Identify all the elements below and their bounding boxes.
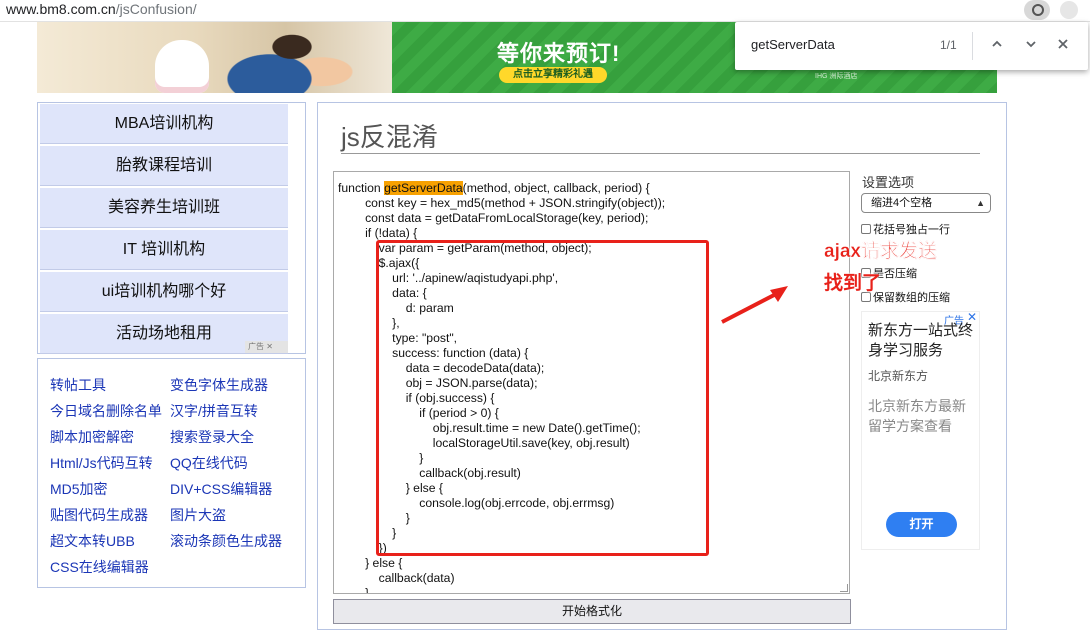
nav-item[interactable]: IT 培训机构: [40, 230, 288, 270]
banner-mascot-image: [155, 40, 209, 93]
tool-link[interactable]: DIV+CSS编辑器: [170, 479, 272, 499]
code-line: if (!data) {: [338, 226, 418, 240]
ad-brand: 北京新东方: [868, 369, 929, 383]
tool-link[interactable]: 转帖工具: [50, 375, 106, 395]
find-close-button[interactable]: [1051, 34, 1075, 58]
url-host: www.bm8.com.cn: [6, 1, 116, 17]
find-match-count: 1/1: [940, 38, 957, 52]
annotation-text: ajax请求发送: [824, 241, 937, 262]
tool-link[interactable]: Html/Js代码互转: [50, 453, 153, 473]
tool-link[interactable]: 超文本转UBB: [50, 531, 135, 551]
annotation-arrow-icon: [721, 286, 788, 324]
code-line: function getServerData(method, object, c…: [338, 181, 650, 196]
annotation-text: 找到了: [824, 273, 882, 294]
tool-link[interactable]: 图片大盗: [170, 505, 226, 525]
banner-people-image: [217, 22, 367, 93]
code-fn-params: (method, object, callback, period) {: [462, 181, 650, 195]
tool-link[interactable]: 变色字体生成器: [170, 375, 268, 395]
code-line: const key = hex_md5(method + JSON.string…: [338, 196, 666, 210]
ad-tag-label: 广告: [248, 342, 264, 351]
tool-link[interactable]: 汉字/拼音互转: [170, 401, 258, 421]
title-divider: [341, 153, 980, 154]
url-text[interactable]: www.bm8.com.cn/jsConfusion/: [6, 0, 197, 20]
settings-title: 设置选项: [862, 175, 915, 190]
tool-link[interactable]: 滚动条颜色生成器: [170, 531, 282, 551]
select-arrows-icon: ▲: [976, 198, 985, 208]
code-line: const data = getDataFromLocalStorage(key…: [338, 211, 649, 225]
tool-link[interactable]: 今日域名删除名单: [50, 401, 162, 421]
close-icon: [1058, 39, 1068, 49]
code-fn-keyword: function: [338, 181, 385, 195]
indent-select-value: 缩进4个空格: [871, 197, 933, 209]
left-nav-ad-menu: MBA培训机构 胎教课程培训 美容养生培训班 IT 培训机构 ui培训机构哪个好…: [37, 102, 306, 354]
nav-item[interactable]: ui培训机构哪个好: [40, 272, 288, 312]
find-divider: [972, 32, 973, 60]
find-input[interactable]: getServerData: [751, 37, 835, 52]
ad-headline: 新东方一站式终身学习服务: [868, 322, 974, 359]
find-bar: getServerData 1/1: [735, 22, 1088, 70]
tool-link[interactable]: CSS在线编辑器: [50, 557, 149, 577]
code-line: } else {: [338, 556, 403, 570]
find-previous-button[interactable]: [985, 34, 1009, 58]
tool-link[interactable]: 搜索登录大全: [170, 427, 254, 447]
page-title: js反混淆: [341, 122, 438, 152]
ad-tag[interactable]: 广告 ✕: [245, 341, 288, 353]
chevron-down-icon: [1026, 41, 1036, 48]
nav-item[interactable]: 胎教课程培训: [40, 146, 288, 186]
nav-item[interactable]: MBA培训机构: [40, 104, 288, 144]
ad-body: 北京新东方最新留学方案查看: [868, 398, 966, 434]
ad-open-button[interactable]: 打开: [886, 512, 957, 537]
banner-headline: 等你来预订!: [497, 41, 621, 66]
address-bar[interactable]: www.bm8.com.cn/jsConfusion/: [0, 0, 1090, 22]
tool-link[interactable]: QQ在线代码: [170, 453, 248, 473]
tool-link[interactable]: MD5加密: [50, 479, 108, 499]
option-brace-newline[interactable]: 花括号独占一行: [861, 221, 950, 237]
tool-links-box: 转帖工具 今日域名删除名单 脚本加密解密 Html/Js代码互转 MD5加密 贴…: [37, 358, 306, 588]
code-line: callback(data): [338, 571, 455, 585]
search-highlight: getServerData: [384, 181, 463, 195]
indent-select[interactable]: 缩进4个空格 ▲: [861, 193, 991, 213]
url-path: /jsConfusion/: [115, 1, 197, 17]
resize-handle[interactable]: [840, 584, 848, 592]
extension-icon[interactable]: [1060, 1, 1078, 19]
chevron-up-icon: [992, 40, 1002, 47]
banner-cta[interactable]: 点击立享精彩礼遇: [499, 67, 607, 83]
code-line: }: [338, 586, 370, 594]
side-ad[interactable]: 广告 ✕ 新东方一站式终身学习服务 北京新东方 北京新东方最新留学方案查看 打开: [861, 310, 980, 550]
tool-link[interactable]: 脚本加密解密: [50, 427, 134, 447]
annotation-highlight-box: [376, 240, 709, 556]
option-label: 花括号独占一行: [873, 224, 950, 236]
option-label: 保留数组的压缩: [873, 292, 950, 304]
zoom-icon[interactable]: [1024, 0, 1050, 20]
tool-link[interactable]: 贴图代码生成器: [50, 505, 148, 525]
checkbox[interactable]: [861, 224, 871, 234]
nav-item[interactable]: 美容养生培训班: [40, 188, 288, 228]
format-button[interactable]: 开始格式化: [333, 599, 851, 624]
banner-brand-mark: IHG 洲际酒店: [815, 73, 858, 80]
find-next-button[interactable]: [1019, 34, 1043, 58]
